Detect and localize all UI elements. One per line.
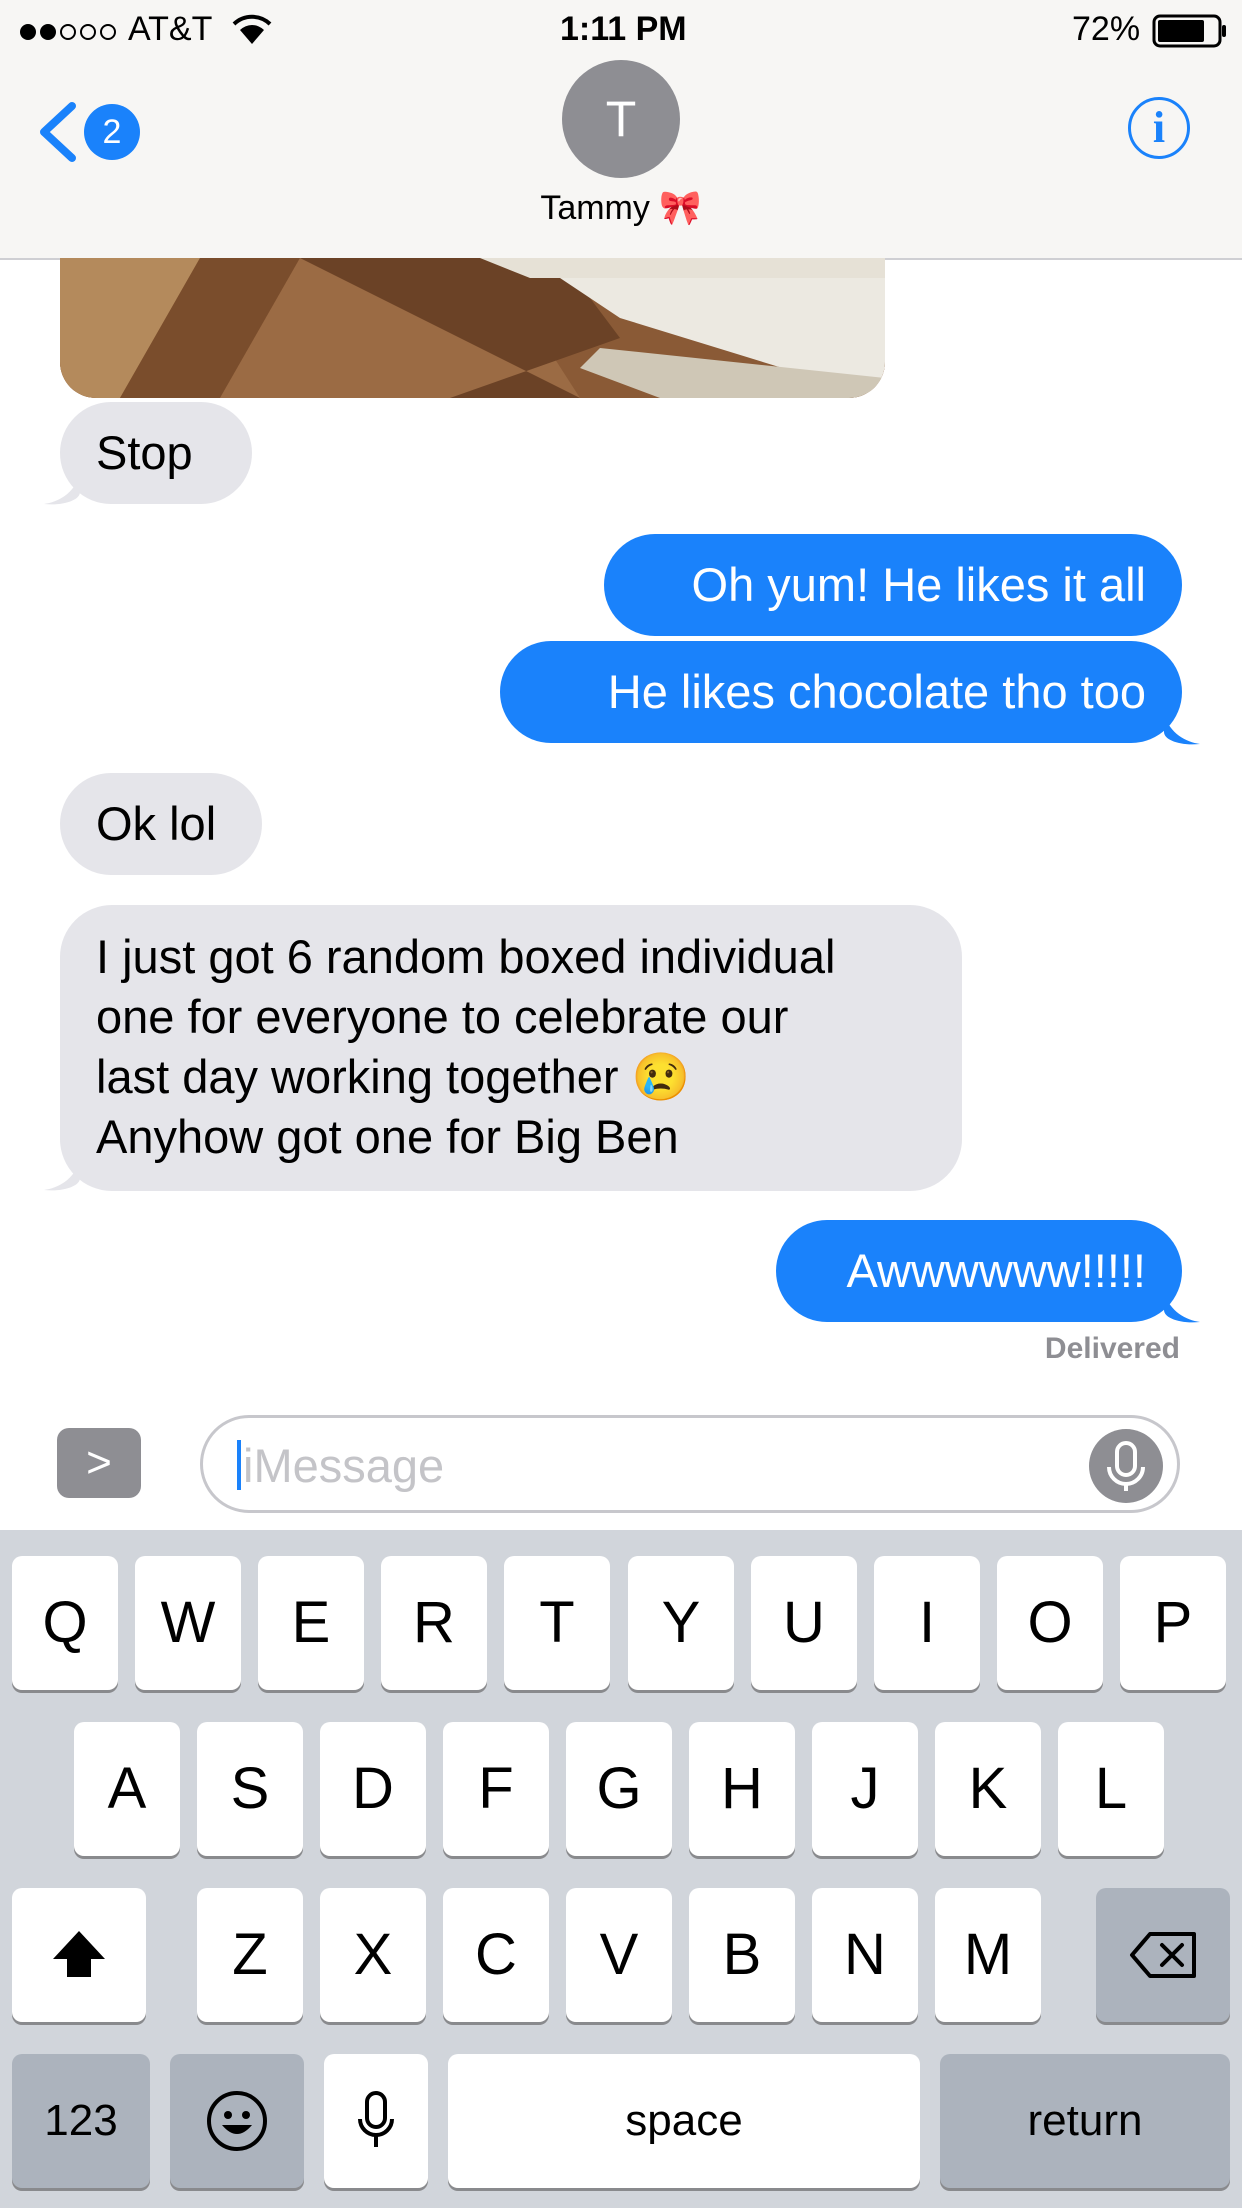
key-o[interactable]: O: [997, 1556, 1103, 1690]
message-line: last day working together 😢: [96, 1050, 691, 1103]
bubble-tail: [1164, 714, 1200, 745]
bubble-tail: [1164, 1292, 1200, 1323]
numbers-key[interactable]: 123: [12, 2054, 150, 2188]
message-line: Anyhow got one for Big Ben: [96, 1110, 679, 1163]
signal-strength-icon: [18, 22, 138, 42]
nav-header: AT&T 1:11 PM 72% 2 T Tammy 🎀 i: [0, 0, 1242, 260]
message-bubble-incoming[interactable]: Stop: [60, 402, 252, 504]
battery-percent: 72%: [1072, 10, 1141, 48]
emoji-icon: [207, 2091, 267, 2151]
shift-key[interactable]: [12, 1888, 146, 2022]
key-p[interactable]: P: [1120, 1556, 1226, 1690]
text-caret: [237, 1440, 241, 1490]
key-d[interactable]: D: [320, 1722, 426, 1856]
emoji-key[interactable]: [170, 2054, 304, 2188]
message-bubble-outgoing[interactable]: Oh yum! He likes it all: [604, 534, 1182, 636]
key-n[interactable]: N: [812, 1888, 918, 2022]
key-z[interactable]: Z: [197, 1888, 303, 2022]
message-bubble-outgoing[interactable]: Awwwwww!!!!!: [776, 1220, 1182, 1322]
dictation-key[interactable]: [324, 2054, 428, 2188]
key-q[interactable]: Q: [12, 1556, 118, 1690]
info-icon: i: [1152, 103, 1166, 152]
key-m[interactable]: M: [935, 1888, 1041, 2022]
key-e[interactable]: E: [258, 1556, 364, 1690]
key-x[interactable]: X: [320, 1888, 426, 2022]
message-bubble-outgoing[interactable]: He likes chocolate tho too: [500, 641, 1182, 743]
bubble-tail: [44, 1160, 80, 1191]
unread-count-badge: 2: [84, 104, 140, 160]
key-w[interactable]: W: [135, 1556, 241, 1690]
key-b[interactable]: B: [689, 1888, 795, 2022]
key-t[interactable]: T: [504, 1556, 610, 1690]
status-time: 1:11 PM: [560, 10, 687, 48]
key-k[interactable]: K: [935, 1722, 1041, 1856]
mic-button[interactable]: [1089, 1429, 1163, 1503]
contact-name[interactable]: Tammy 🎀: [470, 188, 772, 228]
key-g[interactable]: G: [566, 1722, 672, 1856]
back-chevron-icon: [34, 102, 90, 162]
contact-avatar[interactable]: T: [562, 60, 680, 178]
key-l[interactable]: L: [1058, 1722, 1164, 1856]
message-line: I just got 6 random boxed individual: [96, 930, 836, 983]
imessage-input[interactable]: iMessage: [200, 1415, 1180, 1513]
space-key[interactable]: space: [448, 2054, 920, 2188]
key-y[interactable]: Y: [628, 1556, 734, 1690]
expand-icon: >: [86, 1438, 112, 1487]
message-bubble-incoming[interactable]: I just got 6 random boxed individual one…: [60, 905, 962, 1191]
wifi-icon: [232, 12, 272, 46]
keyboard: Q W E R T Y U I O P A S D F G H J K L Z …: [0, 1530, 1242, 2208]
key-r[interactable]: R: [381, 1556, 487, 1690]
message-text: Stop: [96, 426, 193, 479]
expand-apps-button[interactable]: >: [57, 1428, 141, 1498]
key-u[interactable]: U: [751, 1556, 857, 1690]
carrier-name: AT&T: [128, 10, 213, 48]
key-v[interactable]: V: [566, 1888, 672, 2022]
info-button[interactable]: i: [1128, 97, 1190, 159]
delete-icon: [1130, 1932, 1196, 1978]
message-text: He likes chocolate tho too: [607, 665, 1146, 718]
key-f[interactable]: F: [443, 1722, 549, 1856]
back-button[interactable]: 2: [34, 98, 144, 164]
message-text: Oh yum! He likes it all: [691, 558, 1146, 611]
message-text: Ok lol: [96, 797, 217, 850]
message-line: one for everyone to celebrate our: [96, 990, 789, 1043]
message-bubble-incoming[interactable]: Ok lol: [60, 773, 262, 875]
delete-key[interactable]: [1096, 1888, 1230, 2022]
key-a[interactable]: A: [74, 1722, 180, 1856]
key-s[interactable]: S: [197, 1722, 303, 1856]
battery-icon: [1152, 14, 1228, 48]
shift-icon: [53, 1931, 105, 1977]
input-placeholder: iMessage: [243, 1439, 445, 1492]
delivered-status: Delivered: [1044, 1332, 1180, 1365]
bubble-tail: [44, 474, 80, 505]
mic-icon: [1107, 1441, 1145, 1491]
dictation-icon: [358, 2091, 394, 2147]
key-h[interactable]: H: [689, 1722, 795, 1856]
key-j[interactable]: J: [812, 1722, 918, 1856]
message-text: Awwwwww!!!!!: [846, 1244, 1146, 1297]
photo-attachment[interactable]: [60, 258, 885, 398]
return-key[interactable]: return: [940, 2054, 1230, 2188]
key-c[interactable]: C: [443, 1888, 549, 2022]
key-i[interactable]: I: [874, 1556, 980, 1690]
